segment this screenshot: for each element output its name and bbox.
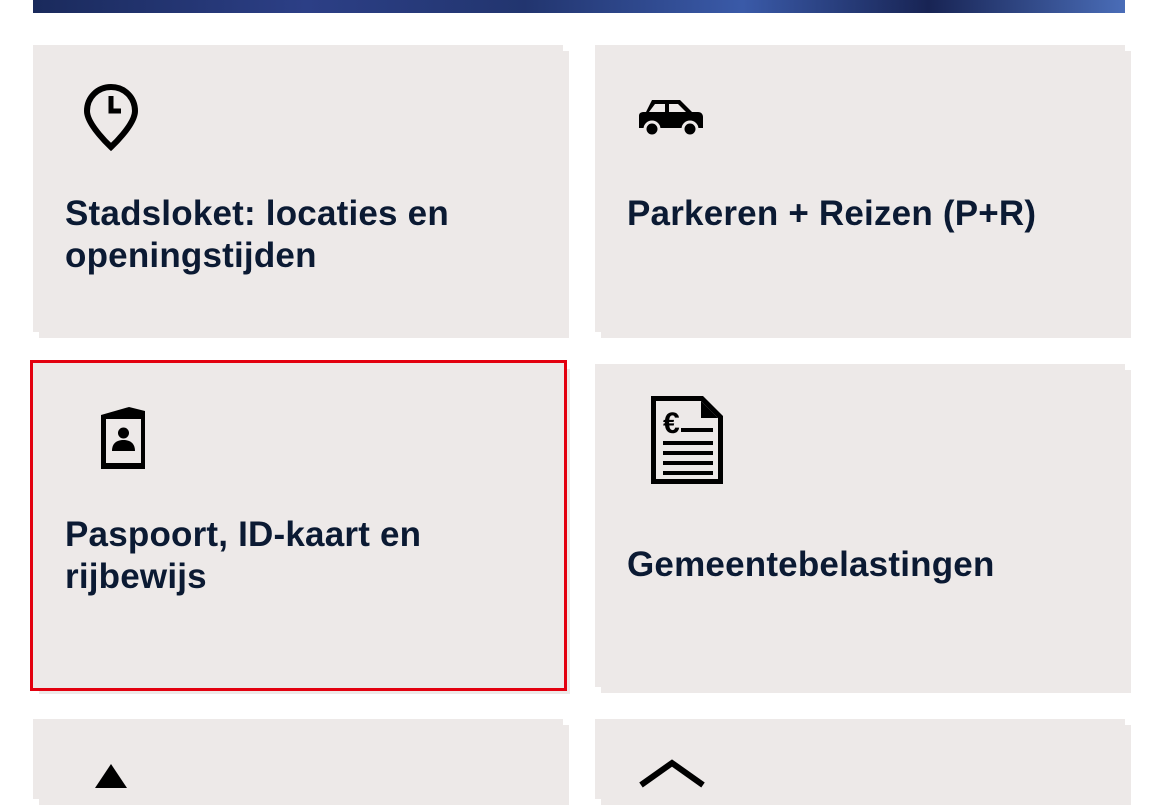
tile-partial-left[interactable] <box>33 719 569 805</box>
passport-icon <box>101 407 145 469</box>
house-icon <box>639 759 705 788</box>
location-clock-icon <box>83 83 139 152</box>
tile-stadsloket[interactable]: Stadsloket: locaties en openingstijden <box>33 45 569 338</box>
tile-title: Parkeren + Reizen (P+R) <box>627 194 1037 233</box>
tile-title: Stadsloket: locaties en openingstijden <box>65 194 449 275</box>
tax-bill-euro-icon: € <box>651 396 723 484</box>
tree-icon <box>95 764 127 788</box>
tile-title: Gemeentebelastingen <box>627 545 995 584</box>
tile-parkeren[interactable]: Parkeren + Reizen (P+R) <box>595 45 1131 338</box>
tile-title: Paspoort, ID-kaart en rijbewijs <box>65 515 422 596</box>
tile-gemeentebelastingen[interactable]: € Gemeentebelastingen <box>595 364 1131 693</box>
tile-partial-right[interactable] <box>595 719 1131 805</box>
svg-text:€: € <box>663 407 680 440</box>
hero-banner-image <box>33 0 1125 13</box>
car-icon <box>639 100 703 138</box>
tile-paspoort[interactable]: Paspoort, ID-kaart en rijbewijs <box>30 360 570 694</box>
